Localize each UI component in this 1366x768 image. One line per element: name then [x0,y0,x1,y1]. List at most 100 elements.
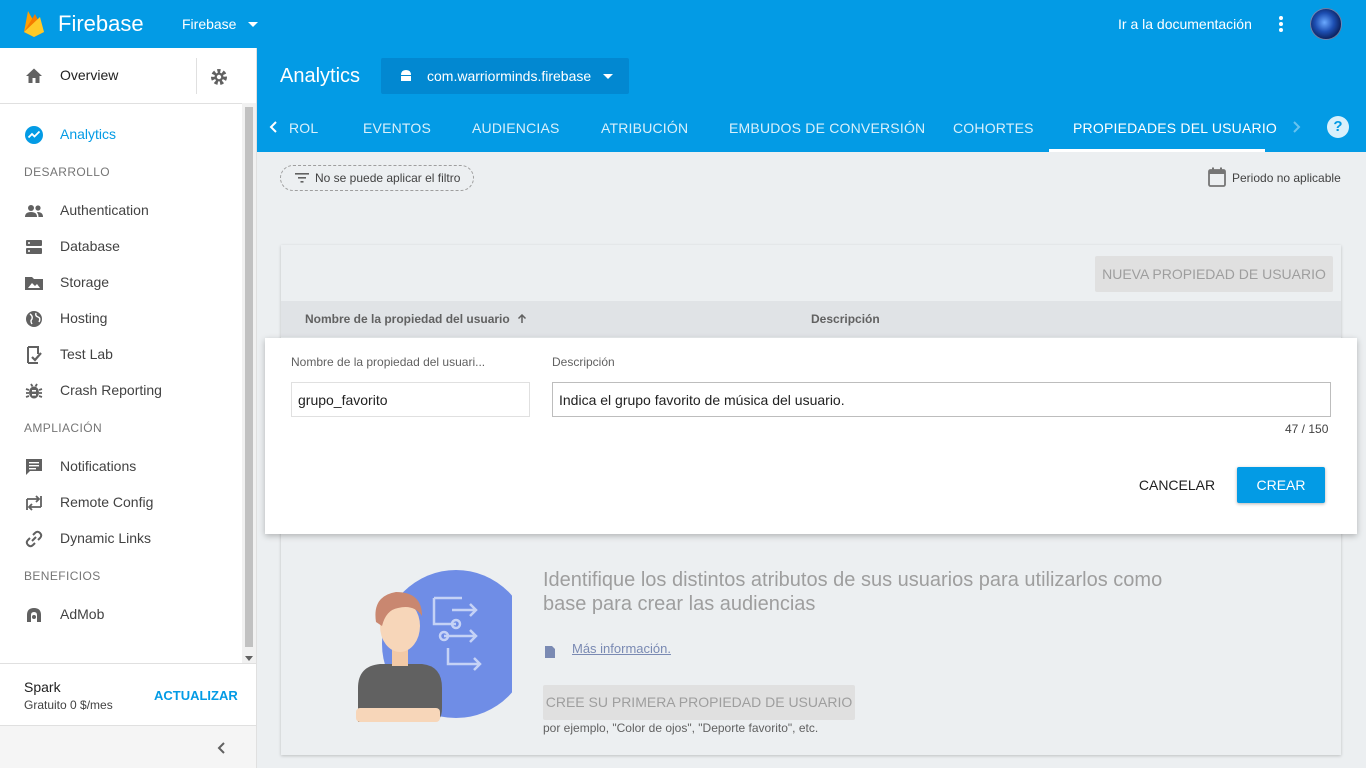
database-icon [26,240,42,254]
tab-atribucion[interactable]: ATRIBUCIÓN [601,120,688,136]
project-name: Firebase [182,16,237,32]
tab-bar: ROL EVENTOS AUDIENCIAS ATRIBUCIÓN EMBUDO… [257,104,1366,152]
section-growth: AMPLIACIÓN [24,421,103,435]
filter-chip[interactable]: No se puede aplicar el filtro [280,165,474,191]
new-user-property-button[interactable]: NUEVA PROPIEDAD DE USUARIO [1095,256,1333,292]
app-name: com.warriorminds.firebase [427,68,592,84]
column-header-name[interactable]: Nombre de la propiedad del usuario [305,312,527,326]
active-tab-indicator [1049,149,1265,152]
filter-icon [295,173,309,183]
tab-audiencias[interactable]: AUDIENCIAS [472,120,560,136]
document-icon [545,646,555,658]
admob-icon [27,608,41,622]
top-app-bar: Firebase Firebase Ir a la documentación [0,0,1366,48]
sidebar-item-label: Database [60,238,120,254]
plan-name: Spark [24,679,61,695]
help-icon[interactable]: ? [1327,116,1349,138]
section-earn: BENEFICIOS [24,569,101,583]
scrollbar-thumb[interactable] [245,107,253,647]
home-icon [26,68,42,83]
new-property-form: Nombre de la propiedad del usuari... Des… [265,338,1357,534]
test-lab-icon [27,346,42,364]
plan-price: Gratuito 0 $/mes [24,698,113,712]
scroll-down-arrow-icon[interactable] [245,656,253,661]
tab-embudos[interactable]: EMBUDOS DE CONVERSIÓN [729,120,925,136]
sidebar-item-authentication[interactable]: Authentication [0,192,242,228]
sidebar-item-label: Authentication [60,202,149,218]
sidebar-item-test-lab[interactable]: Test Lab [0,336,242,372]
name-field-label: Nombre de la propiedad del usuari... [291,355,486,369]
overview-row: Overview [0,48,242,104]
gear-icon[interactable] [209,67,229,87]
column-header-name-label: Nombre de la propiedad del usuario [305,312,510,326]
sidebar-item-analytics[interactable]: Analytics [0,116,242,152]
docs-link[interactable]: Ir a la documentación [1118,16,1252,32]
globe-icon [26,311,42,327]
arrow-up-icon [518,313,527,323]
card-toolbar: NUEVA PROPIEDAD DE USUARIO [281,245,1341,301]
section-development: DESARROLLO [24,165,111,179]
folder-image-icon [25,277,43,290]
description-input[interactable] [552,382,1331,417]
chevron-down-icon [248,21,259,27]
sidebar-scrollbar[interactable] [242,103,256,663]
brand-name: Firebase [58,11,144,36]
sidebar-item-crash-reporting[interactable]: Crash Reporting [0,372,242,408]
sidebar-item-label: Storage [60,274,110,290]
link-icon [25,530,43,548]
period-selector: Periodo no aplicable [1208,167,1341,187]
sidebar-item-label: Analytics [60,126,117,142]
overview-link[interactable]: Overview [60,67,118,83]
chevron-left-icon[interactable] [269,120,279,134]
collapse-bar [0,725,256,768]
plan-panel: Spark Gratuito 0 $/mes ACTUALIZAR [0,663,256,725]
avatar[interactable] [1310,8,1342,40]
sidebar-item-storage[interactable]: Storage [0,264,242,300]
chevron-right-icon[interactable] [1291,120,1301,134]
column-header-description[interactable]: Descripción [811,312,880,326]
sidebar-item-label: Remote Config [60,494,154,510]
sidebar-item-database[interactable]: Database [0,228,242,264]
firebase-logo-icon [24,11,44,37]
sidebar-item-label: Test Lab [60,346,113,362]
tab-eventos[interactable]: EVENTOS [363,120,431,136]
table-header: Nombre de la propiedad del usuario Descr… [281,301,1341,337]
sidebar: Overview Analytics DESARROLLO Authentica… [0,48,257,768]
sidebar-item-dynamic-links[interactable]: Dynamic Links [0,520,242,556]
divider [196,58,197,94]
property-name-input[interactable] [291,382,530,417]
tab-rol[interactable]: ROL [289,120,318,136]
user-illustration-icon [356,570,512,722]
sidebar-item-label: Hosting [60,310,108,326]
upgrade-button[interactable]: ACTUALIZAR [154,688,238,703]
remote-config-icon [26,495,42,511]
more-vert-icon[interactable] [1271,14,1291,34]
sidebar-item-remote-config[interactable]: Remote Config [0,484,242,520]
filter-chip-label: No se puede aplicar el filtro [315,171,461,185]
cancel-button[interactable]: CANCELAR [1131,467,1223,503]
learn-more-link[interactable]: Más información. [572,641,671,656]
sidebar-item-label: Notifications [60,458,137,474]
chevron-left-icon[interactable] [216,742,228,754]
sidebar-item-label: AdMob [60,606,105,622]
project-selector[interactable]: Firebase [182,16,259,32]
tab-cohortes[interactable]: COHORTES [953,120,1034,136]
sidebar-item-label: Dynamic Links [60,530,152,546]
create-button[interactable]: CREAR [1237,467,1325,503]
sidebar-item-notifications[interactable]: Notifications [0,448,242,484]
sidebar-item-hosting[interactable]: Hosting [0,300,242,336]
period-label: Periodo no aplicable [1232,171,1341,185]
create-first-property-button[interactable]: CREE SU PRIMERA PROPIEDAD DE USUARIO [543,685,855,720]
empty-state-hint: por ejemplo, "Color de ojos", "Deporte f… [543,721,819,735]
app-selector[interactable]: com.warriorminds.firebase [381,58,629,94]
android-icon [401,70,411,81]
chevron-down-icon [603,73,614,79]
bug-icon [25,383,43,399]
empty-state-title: Identifique los distintos atributos de s… [543,569,1163,615]
sidebar-item-admob[interactable]: AdMob [0,596,242,632]
page-title: Analytics [280,65,361,87]
tab-propiedades-del-usuario[interactable]: PROPIEDADES DEL USUARIO [1073,120,1277,136]
analytics-icon [25,126,43,144]
sidebar-item-label: Crash Reporting [60,382,162,398]
message-icon [26,459,42,475]
